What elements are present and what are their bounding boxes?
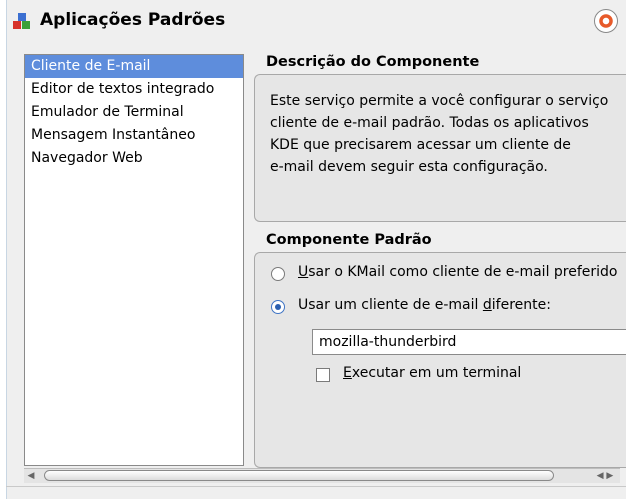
blocks-icon <box>13 13 30 29</box>
component-box <box>254 252 626 468</box>
description-line: cliente de e-mail padrão. Todas os aplic… <box>270 115 589 131</box>
list-item-email-client[interactable]: Cliente de E-mail <box>25 55 243 78</box>
list-item-web-browser[interactable]: Navegador Web <box>25 147 243 170</box>
scroll-left-arrow-icon[interactable]: ◀ <box>24 469 38 483</box>
lifebuoy-icon[interactable] <box>594 9 618 33</box>
list-item-terminal-emulator[interactable]: Emulador de Terminal <box>25 101 243 124</box>
page-title: Aplicações Padrões <box>40 10 226 30</box>
description-text: Este serviço permite a você configurar o… <box>270 90 626 178</box>
list-item-instant-messenger[interactable]: Mensagem Instantâneo <box>25 124 243 147</box>
scroll-arrows-icon[interactable]: ◀ ▶ <box>590 469 620 483</box>
list-item-text-editor[interactable]: Editor de textos integrado <box>25 78 243 101</box>
other-client-option-label[interactable]: Usar um cliente de e-mail diferente: <box>298 297 551 313</box>
component-list[interactable]: Cliente de E-mail Editor de textos integ… <box>24 54 244 466</box>
scrollbar-thumb[interactable] <box>44 470 554 481</box>
run-in-terminal-label[interactable]: Executar em um terminal <box>343 365 521 381</box>
kmail-accel: U <box>298 264 309 280</box>
divider <box>6 486 626 487</box>
component-title: Componente Padrão <box>266 232 432 248</box>
other-client-accel: d <box>482 297 492 313</box>
kmail-option-label[interactable]: Usar o KMail como cliente de e-mail pref… <box>298 264 618 280</box>
description-line: Este serviço permite a você configurar o… <box>270 93 609 109</box>
horizontal-scrollbar[interactable]: ◀ ◀ ▶ <box>24 468 620 483</box>
description-line: e-mail devem seguir esta configuração. <box>270 159 548 175</box>
email-client-input[interactable]: mozilla-thunderbird <box>312 329 626 355</box>
radio-use-kmail[interactable] <box>271 267 285 281</box>
run-in-terminal-checkbox[interactable] <box>316 368 330 382</box>
radio-use-other-client[interactable] <box>271 300 285 314</box>
terminal-accel: E <box>343 365 352 381</box>
description-line: KDE que precisarem acessar um cliente de <box>270 137 571 153</box>
description-title: Descrição do Componente <box>266 54 480 70</box>
